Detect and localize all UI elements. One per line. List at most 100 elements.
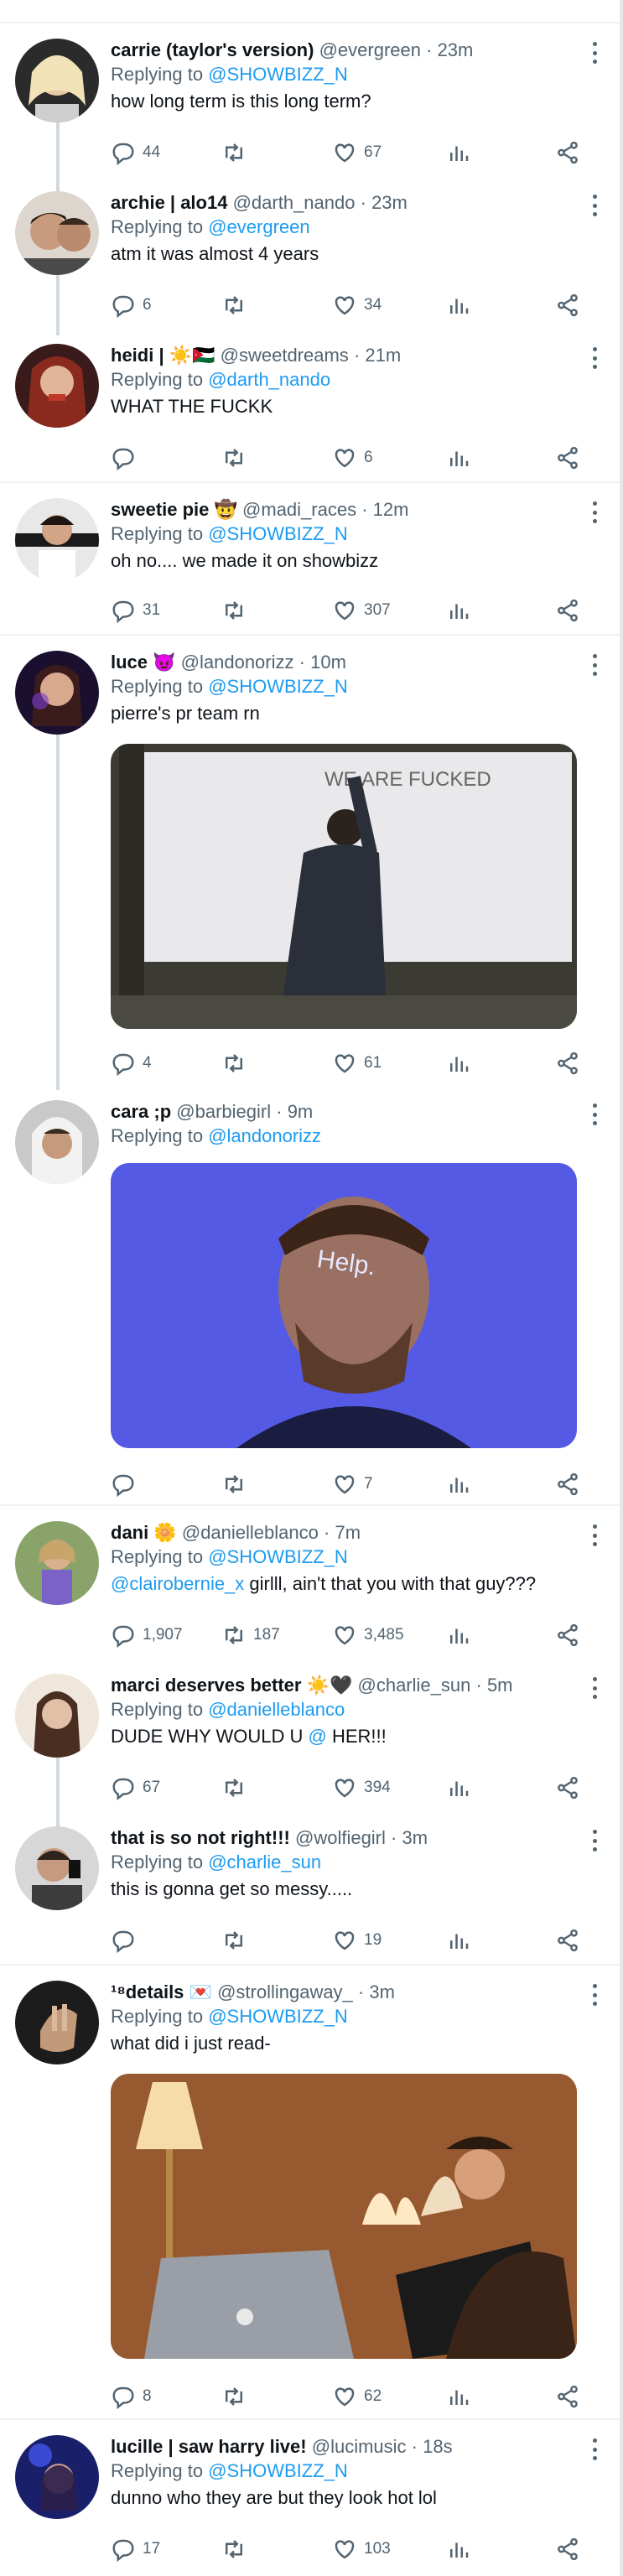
- like-button[interactable]: 67: [332, 138, 382, 168]
- avatar[interactable]: [15, 2435, 99, 2519]
- tweet[interactable]: heidi | ☀️🇯🇴 @sweetdreams · 21m Replying…: [0, 329, 623, 481]
- scrollbar[interactable]: [620, 0, 623, 2576]
- timestamp[interactable]: 23m: [438, 39, 474, 60]
- display-name[interactable]: sweetie pie 🤠: [111, 499, 237, 520]
- handle[interactable]: @wolfiegirl: [295, 1827, 386, 1848]
- more-icon[interactable]: [591, 501, 598, 523]
- share-button[interactable]: [555, 1925, 580, 1955]
- text-mention[interactable]: @clairobernie_x: [111, 1573, 244, 1594]
- more-icon[interactable]: [591, 195, 598, 216]
- avatar[interactable]: [15, 1521, 99, 1605]
- reply-button[interactable]: [111, 1925, 143, 1955]
- handle[interactable]: @darth_nando: [233, 192, 356, 213]
- avatar[interactable]: [15, 1674, 99, 1758]
- handle[interactable]: @madi_races: [242, 499, 356, 520]
- views-button[interactable]: [446, 2534, 471, 2564]
- display-name[interactable]: that is so not right!!!: [111, 1827, 290, 1848]
- timestamp[interactable]: 18s: [423, 2436, 452, 2457]
- avatar[interactable]: [15, 498, 99, 582]
- reply-mention[interactable]: @SHOWBIZZ_N: [208, 1546, 348, 1567]
- views-button[interactable]: [446, 290, 471, 320]
- tweet[interactable]: carrie (taylor's version) @evergreen · 2…: [0, 23, 623, 176]
- share-button[interactable]: [555, 1773, 580, 1803]
- tweet[interactable]: archie | alo14 @darth_nando · 23m Replyi…: [0, 176, 623, 329]
- tweet-image[interactable]: WE ARE FUCKED: [111, 744, 577, 1029]
- display-name[interactable]: lucille | saw harry live!: [111, 2436, 307, 2457]
- avatar[interactable]: [15, 1981, 99, 2064]
- tweet[interactable]: marci deserves better ☀️🖤 @charlie_sun ·…: [0, 1659, 623, 1811]
- retweet-button[interactable]: [221, 443, 253, 473]
- reply-mention[interactable]: @danielleblanco: [208, 1699, 345, 1720]
- like-button[interactable]: 6: [332, 443, 373, 473]
- timestamp[interactable]: 5m: [487, 1675, 513, 1696]
- tweet[interactable]: that is so not right!!! @wolfiegirl · 3m…: [0, 1811, 623, 1964]
- tweet[interactable]: luce 😈 @landonorizz · 10m Replying to @S…: [0, 636, 623, 1085]
- tweet-image[interactable]: [111, 2074, 577, 2359]
- avatar[interactable]: [15, 191, 99, 275]
- handle[interactable]: @strollingaway_: [217, 1981, 353, 2002]
- views-button[interactable]: [446, 443, 471, 473]
- more-icon[interactable]: [591, 1104, 598, 1125]
- tweet-image[interactable]: Help.: [111, 1163, 577, 1448]
- handle[interactable]: @charlie_sun: [358, 1675, 471, 1696]
- more-icon[interactable]: [591, 654, 598, 676]
- retweet-button[interactable]: [221, 290, 253, 320]
- views-button[interactable]: [446, 138, 471, 168]
- avatar[interactable]: [15, 1826, 99, 1910]
- reply-button[interactable]: 6: [111, 290, 152, 320]
- tweet[interactable]: sweetie pie 🤠 @madi_races · 12m Replying…: [0, 483, 623, 634]
- reply-button[interactable]: 31: [111, 595, 160, 626]
- views-button[interactable]: [446, 595, 471, 626]
- like-button[interactable]: 394: [332, 1773, 391, 1803]
- reply-mention[interactable]: @SHOWBIZZ_N: [208, 2460, 348, 2481]
- views-button[interactable]: [446, 1773, 471, 1803]
- timestamp[interactable]: 10m: [310, 652, 346, 673]
- retweet-button[interactable]: [221, 1925, 253, 1955]
- share-button[interactable]: [555, 138, 580, 168]
- share-button[interactable]: [555, 1620, 580, 1650]
- more-icon[interactable]: [591, 2438, 598, 2460]
- views-button[interactable]: [446, 1469, 471, 1499]
- reply-button[interactable]: 67: [111, 1773, 160, 1803]
- share-button[interactable]: [555, 443, 580, 473]
- tweet[interactable]: ¹⁸details 💌 @strollingaway_ · 3m Replyin…: [0, 1966, 623, 2418]
- more-icon[interactable]: [591, 1524, 598, 1546]
- handle[interactable]: @sweetdreams: [221, 345, 349, 366]
- like-button[interactable]: 3,485: [332, 1620, 404, 1650]
- handle[interactable]: @evergreen: [319, 39, 421, 60]
- like-button[interactable]: 61: [332, 1048, 382, 1078]
- reply-button[interactable]: [111, 1469, 143, 1499]
- tweet[interactable]: cara ;p @barbiegirl · 9m Replying to @la…: [0, 1085, 623, 1504]
- reply-button[interactable]: 4: [111, 1048, 152, 1078]
- views-button[interactable]: [446, 1048, 471, 1078]
- handle[interactable]: @lucimusic: [312, 2436, 407, 2457]
- more-icon[interactable]: [591, 1677, 598, 1699]
- more-icon[interactable]: [591, 1830, 598, 1852]
- reply-mention[interactable]: @darth_nando: [208, 369, 330, 390]
- reply-button[interactable]: 8: [111, 2381, 152, 2412]
- like-button[interactable]: 7: [332, 1469, 373, 1499]
- reply-mention[interactable]: @charlie_sun: [208, 1852, 321, 1872]
- reply-mention[interactable]: @SHOWBIZZ_N: [208, 64, 348, 85]
- share-button[interactable]: [555, 1469, 580, 1499]
- retweet-button[interactable]: [221, 1048, 253, 1078]
- avatar[interactable]: [15, 651, 99, 735]
- like-button[interactable]: 62: [332, 2381, 382, 2412]
- tweet[interactable]: lucille | saw harry live! @lucimusic · 1…: [0, 2420, 623, 2576]
- timestamp[interactable]: 3m: [369, 1981, 395, 2002]
- tweet[interactable]: dani 🌼 @danielleblanco · 7m Replying to …: [0, 1506, 623, 1659]
- share-button[interactable]: [555, 595, 580, 626]
- views-button[interactable]: [446, 1620, 471, 1650]
- like-button[interactable]: 103: [332, 2534, 391, 2564]
- reply-mention[interactable]: @evergreen: [208, 216, 309, 237]
- more-icon[interactable]: [591, 347, 598, 369]
- handle[interactable]: @danielleblanco: [182, 1522, 319, 1543]
- display-name[interactable]: archie | alo14: [111, 192, 227, 213]
- share-button[interactable]: [555, 2534, 580, 2564]
- display-name[interactable]: marci deserves better ☀️🖤: [111, 1675, 352, 1696]
- avatar[interactable]: [15, 344, 99, 428]
- timestamp[interactable]: 7m: [335, 1522, 361, 1543]
- timestamp[interactable]: 3m: [402, 1827, 428, 1848]
- display-name[interactable]: carrie (taylor's version): [111, 39, 314, 60]
- text-mention[interactable]: @: [309, 1726, 327, 1747]
